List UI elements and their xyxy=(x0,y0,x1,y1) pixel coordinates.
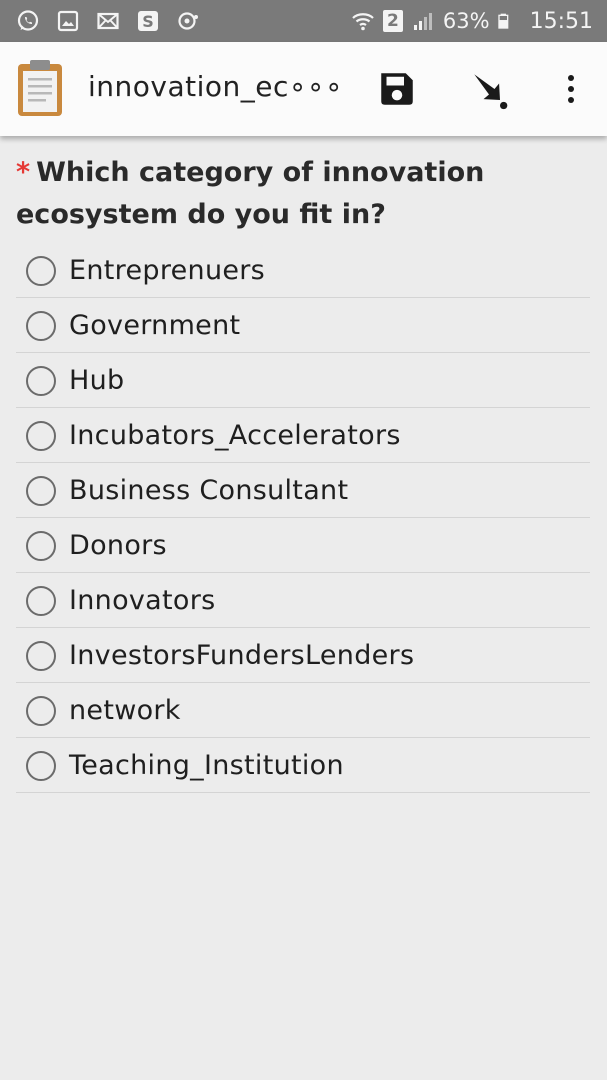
option-label: InvestorsFundersLenders xyxy=(69,640,415,671)
option-label: Entreprenuers xyxy=(69,255,266,286)
skype-icon: S xyxy=(138,11,158,31)
form-content: * Which category of innovation ecosystem … xyxy=(0,136,607,1080)
option-label: Teaching_Institution xyxy=(69,750,344,781)
battery-icon xyxy=(497,13,508,29)
radio-button[interactable] xyxy=(26,530,56,561)
radio-option[interactable]: network xyxy=(16,684,590,738)
system-indicators: 2 63% 15:51 xyxy=(351,9,593,34)
clock: 15:51 xyxy=(529,8,593,34)
gallery-icon xyxy=(57,10,79,32)
required-marker: * xyxy=(16,157,31,188)
whatsapp-icon xyxy=(17,10,39,31)
save-button[interactable] xyxy=(374,66,420,112)
form-title: innovation_ec∘∘∘ xyxy=(88,70,343,103)
sync-icon xyxy=(178,12,198,30)
question-text: Which category of innovation ecosystem d… xyxy=(16,157,485,230)
radio-option[interactable]: Donors xyxy=(16,519,590,573)
radio-option[interactable]: Hub xyxy=(16,354,590,408)
radio-button[interactable] xyxy=(26,310,56,341)
notification-icons: S xyxy=(16,9,200,33)
radio-option[interactable]: Government xyxy=(16,299,590,353)
option-label: Incubators_Accelerators xyxy=(69,420,401,451)
svg-text:S: S xyxy=(142,12,154,31)
status-bar: S 2 63% 15:51 xyxy=(0,0,607,42)
question-prompt: * Which category of innovation ecosystem … xyxy=(16,152,576,236)
battery-percent: 63% xyxy=(442,9,490,33)
option-label: Hub xyxy=(69,365,125,396)
radio-button[interactable] xyxy=(26,365,56,396)
more-vert-icon xyxy=(568,75,574,103)
signal-icon xyxy=(413,13,432,30)
radio-button[interactable] xyxy=(26,695,56,726)
sim-label: 2 xyxy=(386,11,399,31)
radio-button[interactable] xyxy=(26,475,56,506)
options-list: Entreprenuers Government Hub Incubators_Acc… xyxy=(16,244,590,794)
option-label: Government xyxy=(69,310,241,341)
save-icon xyxy=(381,73,413,105)
radio-option[interactable]: Incubators_Accelerators xyxy=(16,409,590,463)
radio-option[interactable]: Innovators xyxy=(16,574,590,628)
radio-button[interactable] xyxy=(26,640,56,671)
radio-button[interactable] xyxy=(26,255,56,286)
option-label: Donors xyxy=(69,530,167,561)
clipboard-icon xyxy=(18,60,62,116)
radio-button[interactable] xyxy=(26,750,56,781)
send-finalize-icon xyxy=(474,74,508,110)
send-finalize-button[interactable] xyxy=(466,66,512,112)
wifi-icon xyxy=(352,13,374,31)
radio-option[interactable]: Entreprenuers xyxy=(16,244,590,298)
radio-button[interactable] xyxy=(26,585,56,616)
radio-option[interactable]: Business Consultant xyxy=(16,464,590,518)
radio-button[interactable] xyxy=(26,420,56,451)
mail-icon xyxy=(97,12,119,30)
option-label: Business Consultant xyxy=(69,475,349,506)
option-label: network xyxy=(69,695,181,726)
radio-option[interactable]: Teaching_Institution xyxy=(16,739,590,793)
radio-option[interactable]: InvestorsFundersLenders xyxy=(16,629,590,683)
option-label: Innovators xyxy=(69,585,216,616)
more-options-button[interactable] xyxy=(548,66,594,112)
app-bar: innovation_ec∘∘∘ xyxy=(0,42,607,136)
sim2-icon: 2 xyxy=(382,10,403,32)
